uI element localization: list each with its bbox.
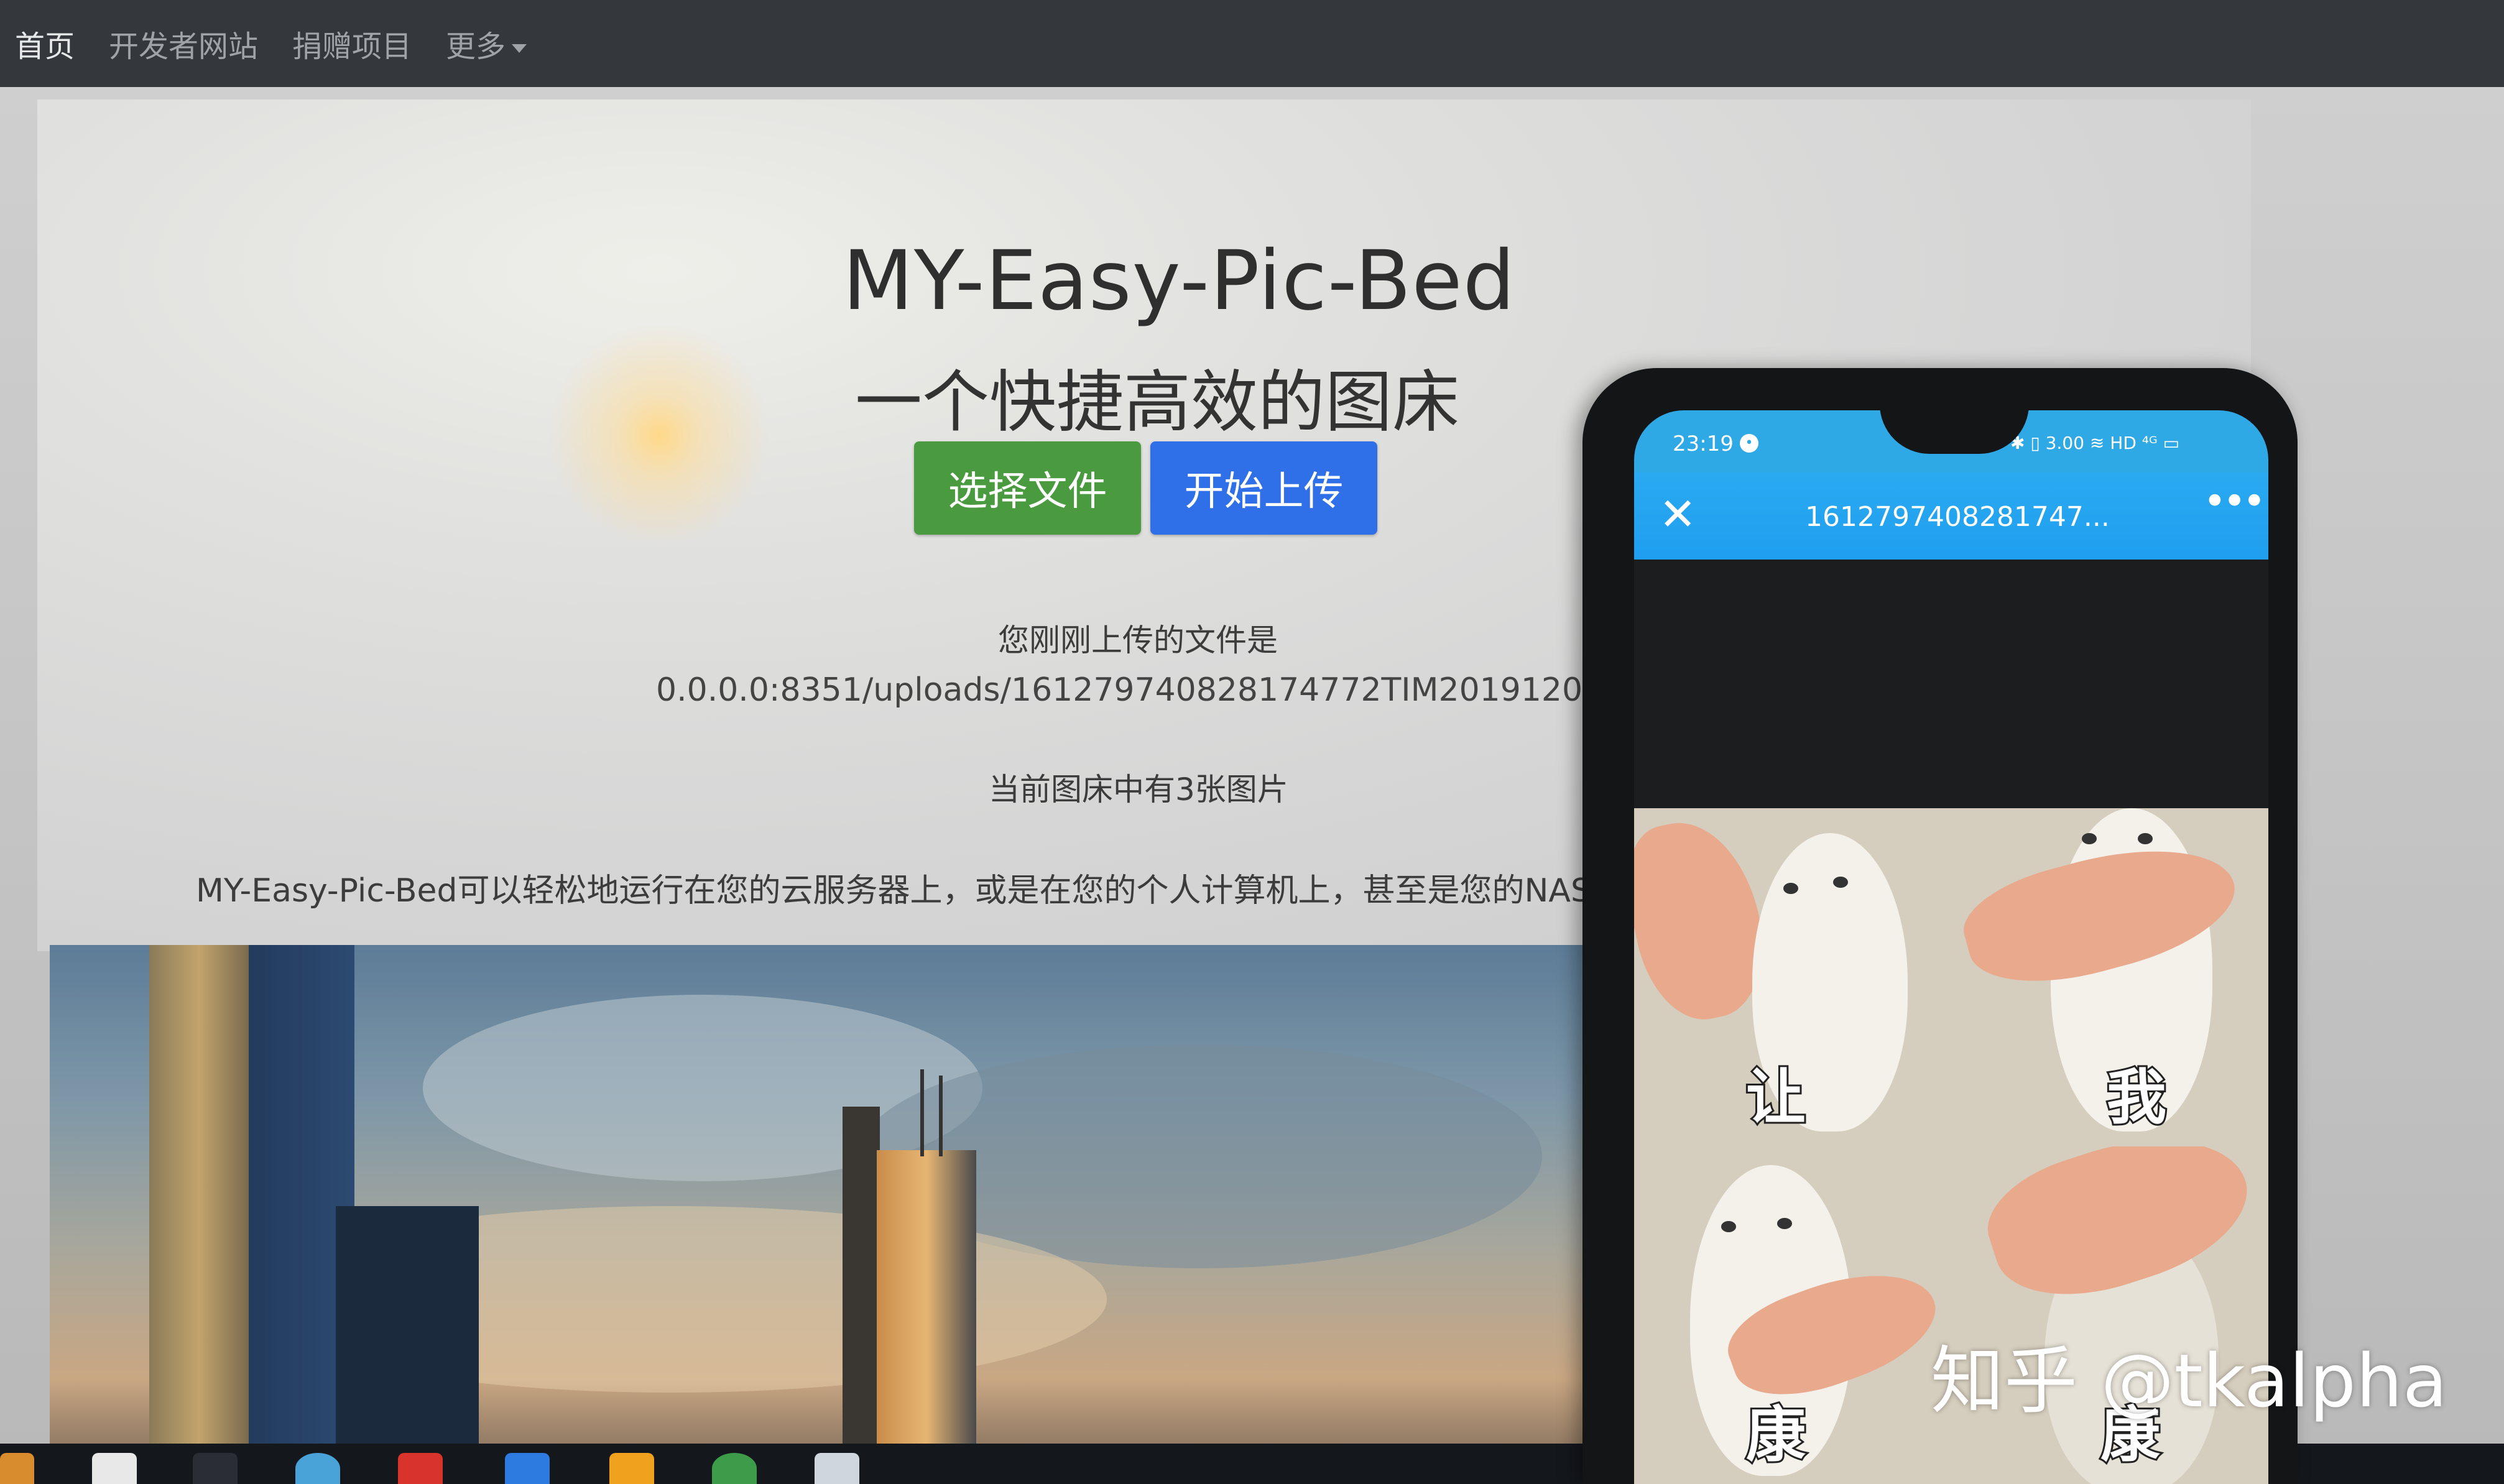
file-name-title: 1612797408281747... [1805,501,2110,533]
firefox-icon[interactable] [0,1453,34,1484]
site-title: MY-Easy-Pic-Bed [843,233,1516,329]
nav-developer-site[interactable]: 开发者网站 [109,22,258,65]
chevron-down-icon [512,44,527,53]
start-upload-button[interactable]: 开始上传 [1150,441,1377,535]
image-count-text: 当前图床中有3张图片 [989,772,1288,808]
more-icon[interactable]: ••• [2203,479,2266,525]
select-file-button[interactable]: 选择文件 [914,441,1141,535]
site-subtitle: 一个快捷高效的图床 [855,364,1460,441]
description-text: MY-Easy-Pic-Bed可以轻松地运行在您的云服务器上，或是在您的个人计算… [196,872,1591,910]
uploaded-file-label: 您刚刚上传的文件是 [998,622,1278,658]
nav-donate[interactable]: 捐赠项目 [292,22,412,65]
app-icon-blue[interactable] [505,1453,550,1484]
language-indicator-icon[interactable] [92,1453,137,1484]
status-icons: ✱ ▯ 3.00 ≋ HD ⁴ᴳ ▭ [2010,433,2180,453]
meme-panel-1: 让 [1634,808,1951,1146]
light-glare [547,323,771,547]
zhihu-watermark: 知乎 @tkalpha [1931,1338,2448,1424]
meme-panel-2: 我 [1951,808,2268,1146]
nav-home[interactable]: 首页 [15,22,75,65]
meme-panel-4: 康 [1951,1146,2268,1484]
city-skyline-photo [50,945,1629,1455]
youdao-icon[interactable] [398,1453,443,1484]
globe-icon[interactable] [712,1453,757,1484]
phone-notch [1880,410,2029,454]
folder-icon[interactable] [609,1453,654,1484]
meme-caption: 康 [1744,1398,1808,1472]
window-icon[interactable] [815,1453,859,1484]
nav-more-label: 更多 [446,29,506,64]
meme-caption: 我 [2105,1061,2168,1134]
notification-icon: • [1740,434,1758,453]
viewer-app-bar: ✕ 1612797408281747... ••• [1634,472,2268,560]
top-navbar: 首页 开发者网站 捐赠项目 更多 [0,0,2504,87]
nav-more-dropdown[interactable]: 更多 [446,22,527,65]
app-icon[interactable] [193,1453,238,1484]
status-time: 23:19 [1673,431,1734,456]
phone-status-bar: 23:19 • ✱ ▯ 3.00 ≋ HD ⁴ᴳ ▭ [1634,410,2268,472]
meme-panel-3: 康 [1634,1146,1951,1484]
close-icon[interactable]: ✕ [1659,486,1696,542]
browser-icon[interactable] [295,1453,340,1484]
meme-caption: 让 [1744,1061,1808,1134]
